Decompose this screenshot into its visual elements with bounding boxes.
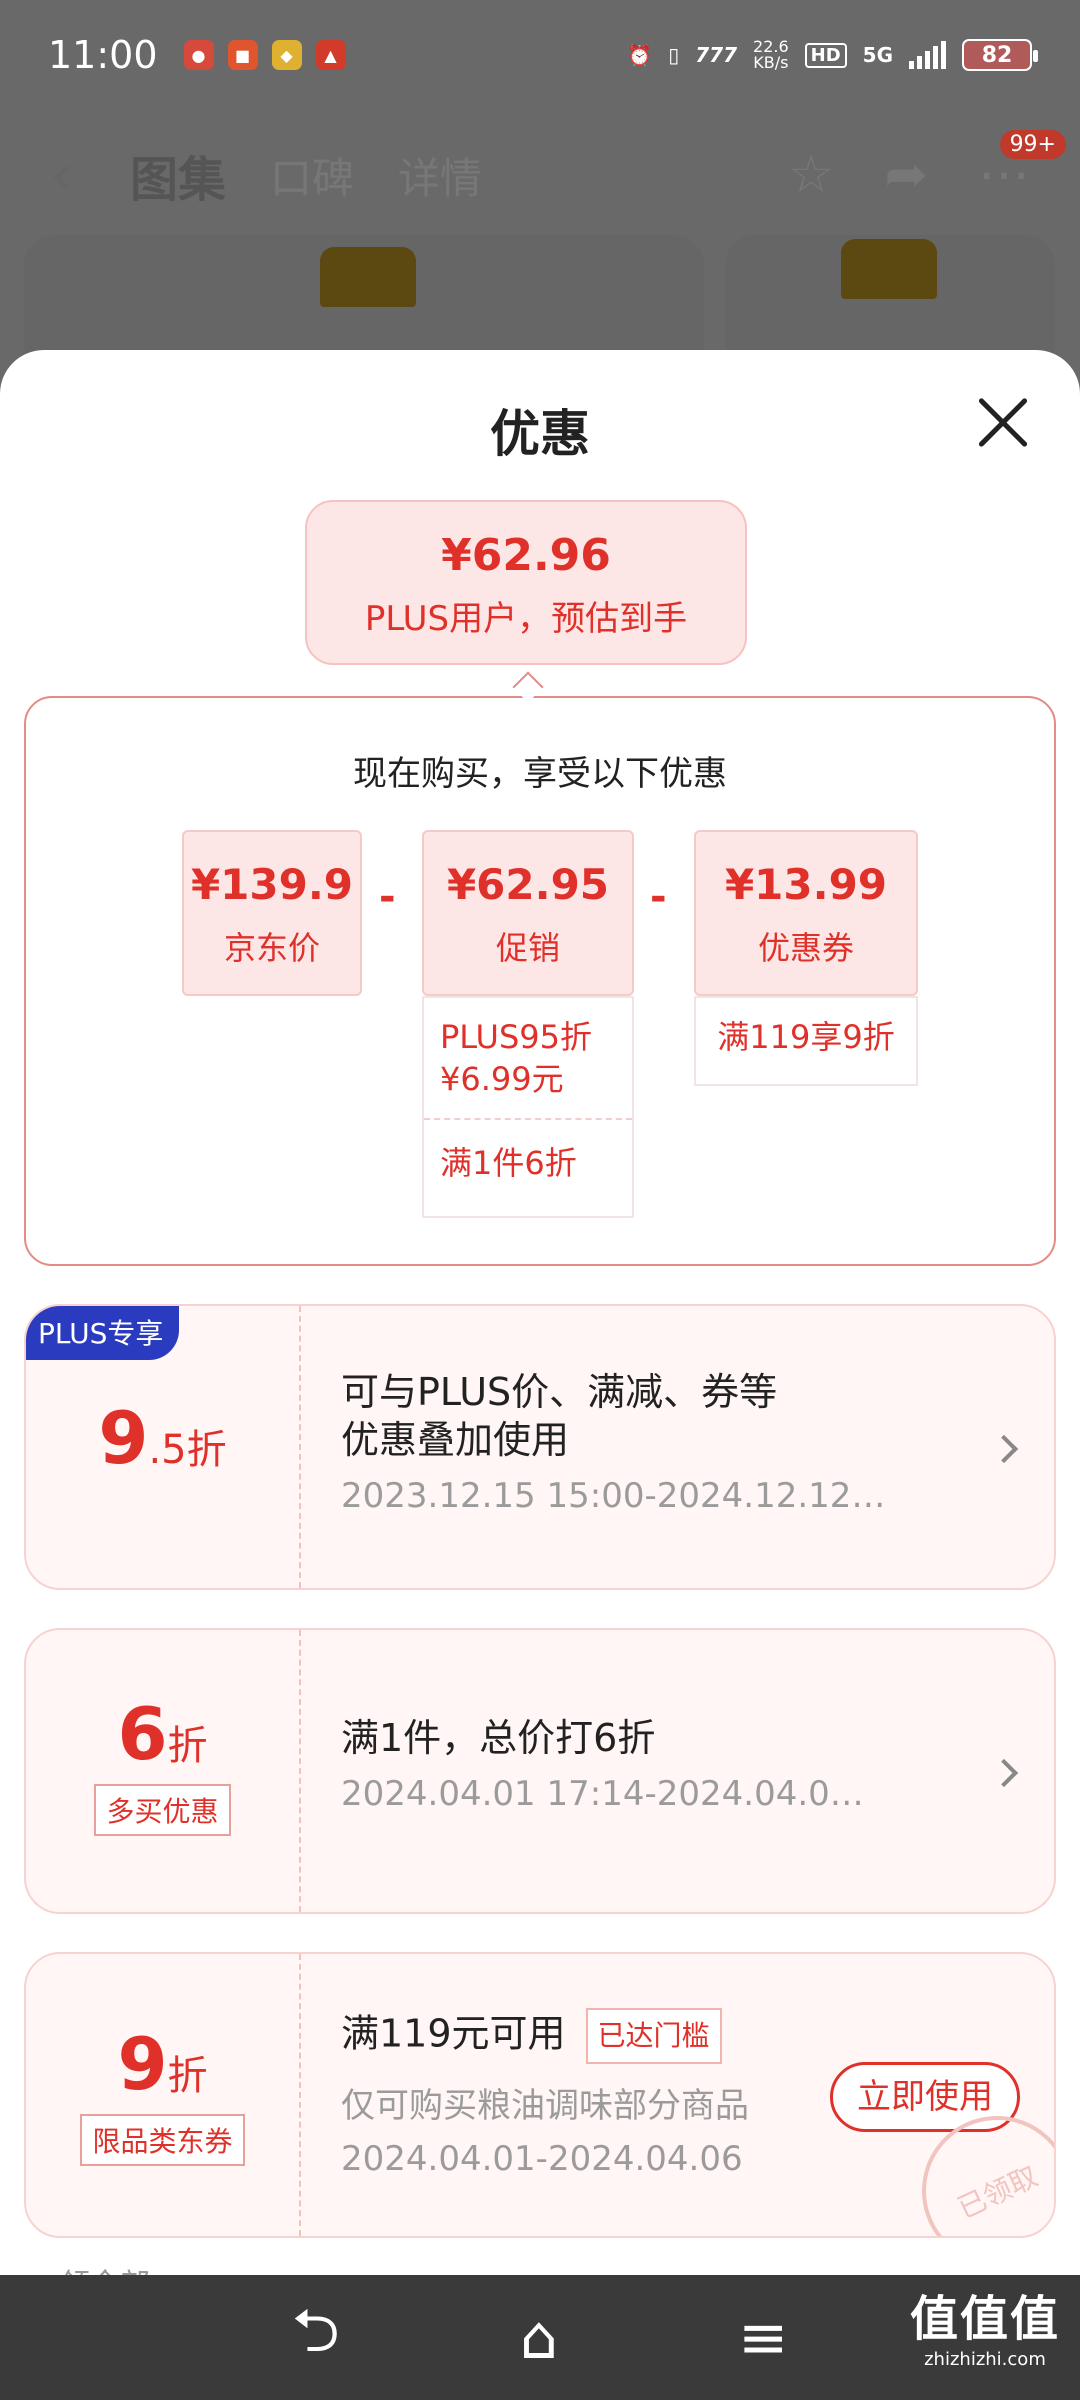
promo-details: PLUS95折 ¥6.99元 满1件6折 bbox=[422, 996, 634, 1218]
offer-card-coupon: 9折 限品类东券 满119元可用 已达门槛 仅可购买粮油调味部分商品 2024.0… bbox=[24, 1952, 1056, 2238]
offer-discount: 9折 限品类东券 bbox=[26, 1954, 301, 2236]
minus-sign: - bbox=[650, 874, 667, 920]
offer-description: 满119元可用 bbox=[341, 2011, 566, 2056]
home-icon[interactable]: ⌂ bbox=[520, 2303, 558, 2373]
chevron-right-icon bbox=[989, 1758, 1019, 1788]
app-notification-icon: ◆ bbox=[271, 40, 302, 70]
offer-description: 满1件，总价打6折 bbox=[341, 1716, 656, 1760]
offer-date-range: 2023.12.15 15:00-2024.12.12… bbox=[341, 1476, 886, 1516]
jd-price-label: 京东价 bbox=[223, 929, 320, 967]
discount-sheet: 优惠 ¥62.96 PLUS用户，预估到手 现在购买，享受以下优惠 ¥139.9… bbox=[0, 350, 1080, 2275]
offer-description: 可与PLUS价、满减、券等 bbox=[341, 1370, 778, 1414]
jd-price-value: ¥139.9 bbox=[190, 860, 354, 909]
alarm-icon: ⏰ bbox=[627, 43, 653, 67]
promo-box: ¥62.95 促销 bbox=[422, 830, 634, 996]
offer-scope: 仅可购买粮油调味部分商品 bbox=[341, 2086, 749, 2126]
signal-icon bbox=[909, 41, 946, 69]
minus-sign: - bbox=[379, 874, 396, 920]
app-notification-icon: ▲ bbox=[315, 40, 346, 70]
share-icon[interactable]: ➦ bbox=[884, 145, 928, 205]
price-breakdown: 现在购买，享受以下优惠 ¥139.9 京东价 - ¥62.95 促销 PLUS9… bbox=[24, 696, 1056, 1266]
claim-all-link[interactable]: 领全部 bbox=[60, 2260, 150, 2275]
message-badge: 99+ bbox=[999, 130, 1066, 159]
coupon-box: ¥13.99 优惠券 bbox=[694, 830, 918, 996]
offer-card-plus[interactable]: 9.5折 PLUS专享 可与PLUS价、满减、券等 优惠叠加使用 2023.12… bbox=[24, 1304, 1056, 1590]
breakdown-title: 现在购买，享受以下优惠 bbox=[353, 754, 727, 794]
offer-description-line2: 优惠叠加使用 bbox=[341, 1418, 570, 1462]
tab-reviews[interactable]: 口碑 bbox=[270, 145, 354, 206]
offer-type-tag: 限品类东券 bbox=[80, 2114, 245, 2166]
chevron-right-icon bbox=[989, 1434, 1019, 1464]
vibrate-icon: ▯ bbox=[668, 43, 680, 67]
promo-detail-multi: 满1件6折 bbox=[440, 1144, 577, 1182]
promo-value: ¥62.95 bbox=[446, 860, 610, 909]
promo-detail-amount: ¥6.99元 bbox=[440, 1060, 564, 1098]
coupon-value: ¥13.99 bbox=[724, 860, 888, 909]
back-nav-icon[interactable]: ⮌ bbox=[292, 2287, 340, 2389]
sheet-title: 优惠 bbox=[490, 405, 590, 463]
offer-discount: 6折 多买优惠 bbox=[26, 1630, 301, 1912]
battery-icon: 82 bbox=[962, 39, 1038, 71]
system-nav-bar: ⮌ ⌂ ≡ 值值值 zhizhizhi.com bbox=[0, 2275, 1080, 2400]
estimated-price-label: PLUS用户，预估到手 bbox=[364, 599, 688, 639]
tab-details[interactable]: 详情 bbox=[398, 145, 482, 206]
jd-price-box: ¥139.9 京东价 bbox=[182, 830, 362, 996]
menu-icon[interactable]: ≡ bbox=[738, 2303, 788, 2373]
network-type: 5G bbox=[862, 43, 893, 67]
status-time: 11:00 bbox=[48, 33, 158, 77]
tab-gallery[interactable]: 图集 bbox=[130, 140, 226, 210]
estimated-price-box: ¥62.96 PLUS用户，预估到手 bbox=[305, 500, 747, 665]
status-app-icons: ● ■ ◆ ▲ bbox=[183, 40, 346, 70]
hd-icon: HD bbox=[804, 42, 847, 68]
coupon-details: 满119享9折 bbox=[694, 996, 918, 1086]
coupon-label: 优惠券 bbox=[757, 929, 854, 967]
offer-date-range: 2024.04.01-2024.04.06 bbox=[341, 2139, 743, 2179]
status-bar: 11:00 ● ■ ◆ ▲ ⏰ ▯ 777 22.6 KB/s HD 5G 82 bbox=[0, 0, 1080, 110]
promo-label: 促销 bbox=[495, 929, 560, 967]
offer-date-range: 2024.04.01 17:14-2024.04.0… bbox=[341, 1774, 864, 1814]
app-notification-icon: ■ bbox=[227, 40, 258, 70]
estimated-price: ¥62.96 bbox=[441, 530, 611, 581]
close-icon[interactable] bbox=[974, 394, 1030, 450]
product-nav-bar: ‹ 图集 口碑 详情 ☆ ➦ ⋯ 99+ bbox=[0, 120, 1080, 230]
plus-exclusive-badge: PLUS专享 bbox=[26, 1306, 180, 1360]
offer-type-tag: 多买优惠 bbox=[94, 1784, 231, 1836]
nfc-icon: 777 bbox=[695, 43, 738, 67]
watermark: 值值值 zhizhizhi.com bbox=[909, 2291, 1060, 2370]
app-notification-icon: ● bbox=[183, 40, 214, 70]
favorite-star-icon[interactable]: ☆ bbox=[788, 145, 835, 205]
promo-detail-plus: PLUS95折 bbox=[440, 1018, 592, 1056]
network-speed: 22.6 KB/s bbox=[753, 37, 789, 72]
offer-card-multi-buy[interactable]: 6折 多买优惠 满1件，总价打6折 2024.04.01 17:14-2024.… bbox=[24, 1628, 1056, 1914]
back-icon[interactable]: ‹ bbox=[50, 143, 130, 208]
threshold-reached-tag: 已达门槛 bbox=[585, 2008, 722, 2064]
